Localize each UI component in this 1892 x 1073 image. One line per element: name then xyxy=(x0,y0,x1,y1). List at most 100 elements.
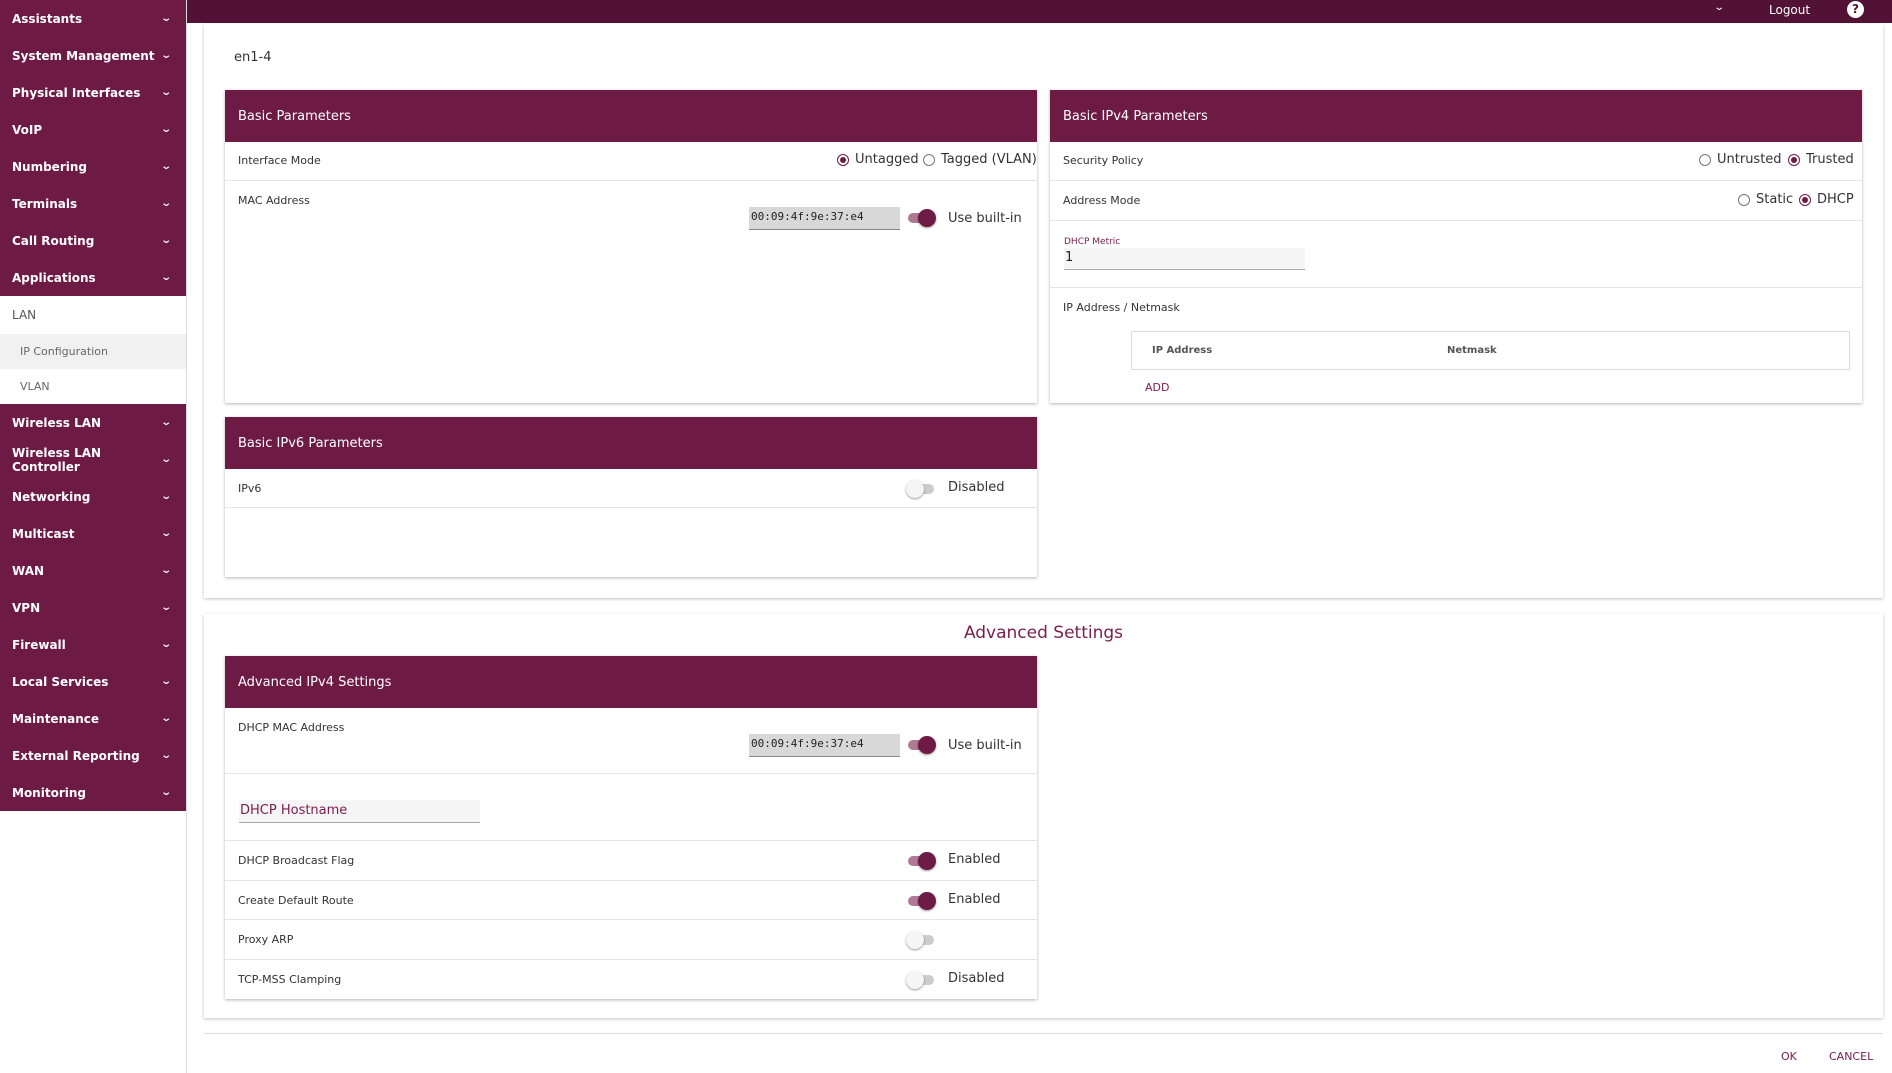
column-header-ip-address: IP Address xyxy=(1152,345,1213,356)
top-bar: ⌄ Logout ? xyxy=(187,0,1892,23)
tcp-mss-clamping-row: TCP-MSS Clamping Disabled xyxy=(225,960,1037,999)
basic-ipv6-parameters-card: Basic IPv6 Parameters IPv6 Disabled xyxy=(225,417,1037,577)
nav-item-monitoring[interactable]: Monitoring ⌄ xyxy=(0,774,186,811)
radio-selected-icon xyxy=(1799,193,1811,206)
radio-empty-icon xyxy=(923,153,935,166)
basic-parameters-card: Basic Parameters Interface Mode Untagged… xyxy=(225,90,1037,403)
nav-item-firewall[interactable]: Firewall ⌄ xyxy=(0,626,186,663)
interface-mode-row: Interface Mode Untagged Tagged (VLAN) xyxy=(225,142,1037,181)
nav-item-terminals[interactable]: Terminals ⌄ xyxy=(0,185,186,222)
address-mode-row: Address Mode Static DHCP xyxy=(1050,181,1862,221)
radio-empty-icon xyxy=(1738,193,1750,206)
radio-selected-icon xyxy=(1788,153,1800,166)
chevron-down-icon: ⌄ xyxy=(159,602,172,613)
ipv6-toggle[interactable] xyxy=(906,480,936,498)
nav-lan-heading[interactable]: LAN xyxy=(0,296,186,334)
mac-address-field[interactable]: 00:09:4f:9e:37:e4 xyxy=(749,207,900,230)
help-icon[interactable]: ? xyxy=(1847,1,1864,18)
field-label: IP Address / Netmask xyxy=(1063,301,1180,314)
dhcp-hostname-row: DHCP Hostname xyxy=(225,774,1037,841)
nav-item-vpn[interactable]: VPN ⌄ xyxy=(0,589,186,626)
cancel-button[interactable]: CANCEL xyxy=(1829,1050,1873,1063)
field-label: Interface Mode xyxy=(238,154,321,167)
chevron-down-icon: ⌄ xyxy=(159,235,172,246)
proxy-arp-row: Proxy ARP xyxy=(225,920,1037,960)
mac-address-row: MAC Address 00:09:4f:9e:37:e4 Use built-… xyxy=(225,181,1037,403)
use-built-in-toggle[interactable] xyxy=(906,209,936,227)
radio-untagged[interactable]: Untagged xyxy=(837,152,919,167)
toggle-label: Disabled xyxy=(948,480,1005,495)
ok-button[interactable]: OK xyxy=(1781,1050,1797,1063)
toggle-label: Use built-in xyxy=(948,211,1022,226)
sidebar: Assistants ⌄ System Management ⌄ Physical … xyxy=(0,0,187,1073)
chevron-down-icon: ⌄ xyxy=(159,491,172,502)
nav-item-wireless-lan[interactable]: Wireless LAN ⌄ xyxy=(0,404,186,441)
chevron-down-icon: ⌄ xyxy=(159,565,172,576)
nav-item-networking[interactable]: Networking ⌄ xyxy=(0,478,186,515)
card-title: Basic IPv6 Parameters xyxy=(225,417,1037,469)
radio-trusted[interactable]: Trusted xyxy=(1788,152,1854,167)
radio-static[interactable]: Static xyxy=(1738,192,1793,207)
field-label: Create Default Route xyxy=(238,894,354,907)
chevron-down-icon: ⌄ xyxy=(159,50,172,61)
nav-item-numbering[interactable]: Numbering ⌄ xyxy=(0,148,186,185)
field-label: DHCP MAC Address xyxy=(238,721,345,734)
dhcp-metric-input[interactable]: 1 xyxy=(1064,248,1305,270)
toggle-label: Enabled xyxy=(948,892,1001,907)
nav-sub-item-vlan[interactable]: VLAN xyxy=(0,369,186,404)
nav-item-local-services[interactable]: Local Services ⌄ xyxy=(0,663,186,700)
field-label: Security Policy xyxy=(1063,154,1144,167)
chevron-down-icon: ⌄ xyxy=(159,198,172,209)
chevron-down-icon: ⌄ xyxy=(159,787,172,798)
logout-link[interactable]: Logout xyxy=(1769,3,1810,17)
toggle-label: Enabled xyxy=(948,852,1001,867)
ipv6-row: IPv6 Disabled xyxy=(225,469,1037,508)
nav-item-external-reporting[interactable]: External Reporting ⌄ xyxy=(0,737,186,774)
chevron-down-icon[interactable]: ⌄ xyxy=(1713,2,1725,13)
dhcp-broadcast-flag-toggle[interactable] xyxy=(906,852,936,870)
dhcp-metric-row: DHCP Metric 1 xyxy=(1050,221,1862,288)
nav-item-call-routing[interactable]: Call Routing ⌄ xyxy=(0,222,186,259)
nav-item-maintenance[interactable]: Maintenance ⌄ xyxy=(0,700,186,737)
nav-item-physical-interfaces[interactable]: Physical Interfaces ⌄ xyxy=(0,74,186,111)
dhcp-metric-value: 1 xyxy=(1065,250,1074,265)
dhcp-mac-address-row: DHCP MAC Address 00:09:4f:9e:37:e4 Use b… xyxy=(225,708,1037,774)
nav-sub-item-ip-configuration[interactable]: IP Configuration xyxy=(0,334,186,369)
nav-item-wireless-lan-controller[interactable]: Wireless LAN Controller ⌄ xyxy=(0,441,186,478)
nav-item-multicast[interactable]: Multicast ⌄ xyxy=(0,515,186,552)
field-label: MAC Address xyxy=(238,194,310,207)
use-built-in-toggle[interactable] xyxy=(906,736,936,754)
dhcp-broadcast-flag-row: DHCP Broadcast Flag Enabled xyxy=(225,841,1037,881)
tcp-mss-clamping-toggle[interactable] xyxy=(906,971,936,989)
radio-untrusted[interactable]: Untrusted xyxy=(1699,152,1782,167)
chevron-down-icon: ⌄ xyxy=(159,639,172,650)
ip-netmask-row: IP Address / Netmask IP Address Netmask … xyxy=(1050,288,1862,403)
chevron-down-icon: ⌄ xyxy=(159,528,172,539)
radio-dhcp[interactable]: DHCP xyxy=(1799,192,1854,207)
chevron-down-icon: ⌄ xyxy=(159,272,172,283)
nav-item-voip[interactable]: VoIP ⌄ xyxy=(0,111,186,148)
advanced-settings-title: Advanced Settings xyxy=(963,623,1124,643)
column-header-netmask: Netmask xyxy=(1447,345,1497,356)
dhcp-mac-address-field[interactable]: 00:09:4f:9e:37:e4 xyxy=(749,734,900,757)
chevron-down-icon: ⌄ xyxy=(159,417,172,428)
chevron-down-icon: ⌄ xyxy=(159,124,172,135)
chevron-down-icon: ⌄ xyxy=(159,713,172,724)
create-default-route-toggle[interactable] xyxy=(906,892,936,910)
card-title: Basic IPv4 Parameters xyxy=(1050,90,1862,142)
toggle-label: Use built-in xyxy=(948,738,1022,753)
field-label: IPv6 xyxy=(238,482,262,495)
basic-ipv4-parameters-card: Basic IPv4 Parameters Security Policy Un… xyxy=(1050,90,1862,403)
security-policy-row: Security Policy Untrusted Trusted xyxy=(1050,142,1862,181)
nav-item-wan[interactable]: WAN ⌄ xyxy=(0,552,186,589)
nav-lan-section: LAN IP Configuration VLAN xyxy=(0,296,186,404)
nav-item-applications[interactable]: Applications ⌄ xyxy=(0,259,186,296)
nav-item-system-management[interactable]: System Management ⌄ xyxy=(0,37,186,74)
radio-tagged-vlan[interactable]: Tagged (VLAN) xyxy=(923,152,1037,167)
add-button[interactable]: ADD xyxy=(1145,381,1169,394)
chevron-down-icon: ⌄ xyxy=(159,750,172,761)
proxy-arp-toggle[interactable] xyxy=(906,931,936,949)
dhcp-hostname-input[interactable]: DHCP Hostname xyxy=(239,800,480,823)
nav-item-assistants[interactable]: Assistants ⌄ xyxy=(0,0,186,37)
dhcp-metric-label: DHCP Metric xyxy=(1064,237,1121,247)
